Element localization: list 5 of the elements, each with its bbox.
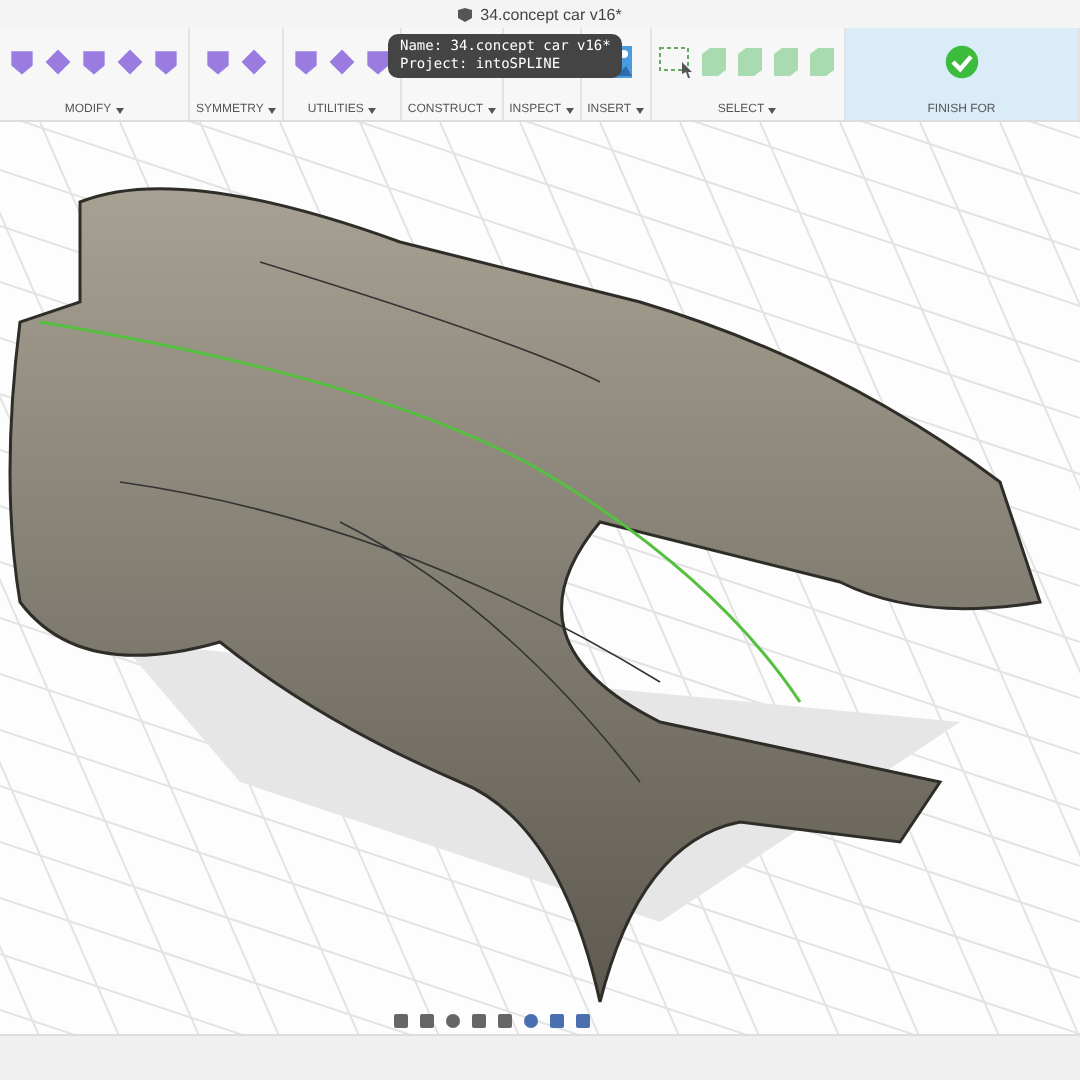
window-title: 34.concept car v16*	[480, 5, 622, 23]
checkmark-icon[interactable]	[943, 44, 980, 80]
cube-icon	[458, 7, 473, 21]
shape-tool-icon[interactable]	[361, 46, 394, 78]
selection-box-icon[interactable]	[657, 44, 693, 80]
